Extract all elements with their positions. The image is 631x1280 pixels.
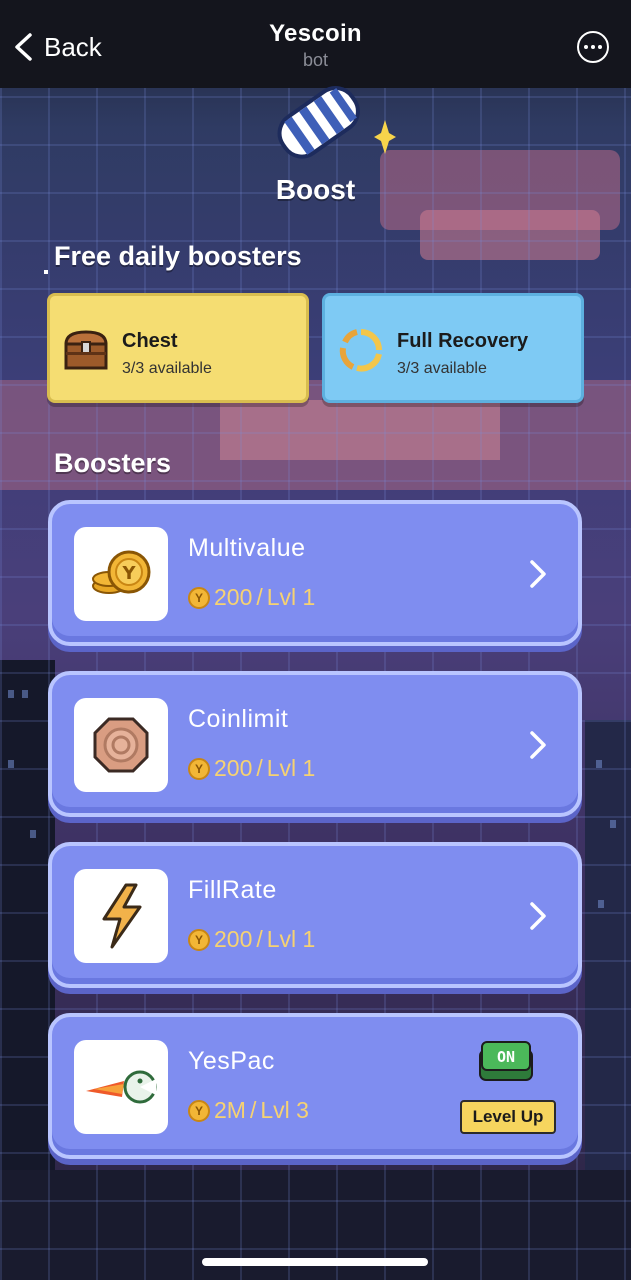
chest-label: Chest [122,330,178,352]
yespac-icon [86,1070,157,1104]
on-toggle[interactable]: ON [478,1040,534,1082]
booster-price: Y 200 / Lvl 1 [188,926,315,953]
sparkle-icon [374,120,396,154]
full-recovery-label: Full Recovery [397,330,529,352]
chest-availability: 3/3 available [122,360,212,377]
full-recovery-booster-card[interactable]: Full Recovery 3/3 available [322,293,584,403]
chest-icon [64,330,108,370]
boosters-title: Boosters [54,448,172,478]
recovery-icon [339,329,382,372]
free-daily-boosters-title: Free daily boosters [54,241,302,271]
coin-plate-icon [93,717,149,773]
lightning-icon [102,883,142,949]
booster-name: Multivalue [188,534,306,562]
home-indicator [202,1258,428,1266]
booster-name: FillRate [188,876,277,904]
booster-coinlimit[interactable]: Coinlimit Y 200 / Lvl 1 [48,671,582,817]
coin-icon: Y [188,1099,210,1122]
booster-yespac[interactable]: YesPac Y 2M / Lvl 3 ON Level Up [48,1013,582,1159]
coin-icon: Y [188,586,210,609]
booster-multivalue[interactable]: Y Multivalue Y 200 / Lvl 1 [48,500,582,646]
more-options-button[interactable] [577,31,609,63]
booster-fillrate[interactable]: FillRate Y 200 / Lvl 1 [48,842,582,988]
svg-text:Y: Y [121,563,136,584]
booster-price: Y 2M / Lvl 3 [188,1097,309,1124]
svg-text:ON: ON [497,1048,515,1066]
booster-price: Y 200 / Lvl 1 [188,755,315,782]
level-up-button[interactable]: Level Up [460,1100,556,1134]
coin-icon: Y [188,757,210,780]
top-bar: Back Yescoin bot [0,0,631,88]
chevron-right-icon [530,560,546,588]
booster-name: YesPac [188,1047,275,1075]
chevron-right-icon [530,731,546,759]
full-recovery-availability: 3/3 available [397,360,487,377]
chest-booster-card[interactable]: Chest 3/3 available [47,293,309,403]
page-title: Boost [275,174,356,205]
app-title: Yescoin [269,20,362,47]
chevron-right-icon [530,902,546,930]
rocket-icon [277,86,360,159]
app-subtitle: bot [302,50,329,70]
coin-icon: Y [188,928,210,951]
booster-price: Y 200 / Lvl 1 [188,584,315,611]
booster-name: Coinlimit [188,705,289,733]
coin-stack-icon: Y [92,550,151,594]
